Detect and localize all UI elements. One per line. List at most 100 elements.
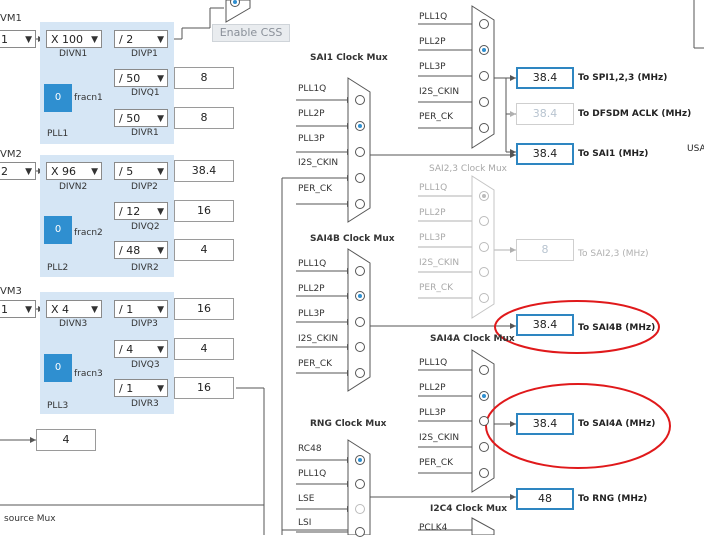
pll2-fracn-input[interactable]: 0 <box>44 216 72 244</box>
pll3-divr-label: DIVR3 <box>131 399 159 409</box>
spi-input-label: PLL3P <box>419 62 446 72</box>
pll1-fracn-input[interactable]: 0 <box>44 84 72 112</box>
sai4a-mux-title: SAI4A Clock Mux <box>430 334 515 344</box>
enable-css-button[interactable]: Enable CSS <box>212 24 290 42</box>
pll3-divq-select[interactable]: / 4 ▼ <box>114 340 168 358</box>
pll3-divr-output: 16 <box>174 377 234 399</box>
sai4b-radio-pll1q[interactable] <box>355 266 365 276</box>
sai23-radio-i2s-ckin[interactable] <box>479 267 489 277</box>
sai4b-radio-pll3p[interactable] <box>355 317 365 327</box>
sai4a-radio-pll1q[interactable] <box>479 365 489 375</box>
spi-radio-i2s-ckin[interactable] <box>479 97 489 107</box>
pll3-divn-value: X 4 <box>51 303 70 316</box>
rng-input-label: RC48 <box>298 444 322 454</box>
sai4b-radio-pll2p[interactable] <box>355 291 365 301</box>
sai4b-mux-title: SAI4B Clock Mux <box>310 234 395 244</box>
chevron-down-icon: ▼ <box>157 207 164 217</box>
pll2-divp-output: 38.4 <box>174 160 234 182</box>
pll1-divq-label: DIVQ1 <box>131 88 160 98</box>
sai23-input-label: PER_CK <box>419 283 454 293</box>
pll1-divn-select[interactable]: X 100 ▼ <box>46 30 102 48</box>
pll1-divr-output: 8 <box>174 107 234 129</box>
sai1-radio-pll2p[interactable] <box>355 121 365 131</box>
sai1-radio-per-ck[interactable] <box>355 199 365 209</box>
pll2-divr-output: 4 <box>174 239 234 261</box>
pll2-divq-label: DIVQ2 <box>131 222 160 232</box>
sai4a-output-label: To SAI4A (MHz) <box>578 419 656 429</box>
rng-input-label: LSI <box>298 518 312 528</box>
rng-output-value: 48 <box>516 488 574 510</box>
pll1-divr-label: DIVR1 <box>131 128 159 138</box>
divm2-select[interactable]: 2 ▼ <box>0 162 36 180</box>
sai23-radio-pll2p[interactable] <box>479 216 489 226</box>
sai23-radio-pll1q[interactable] <box>479 191 489 201</box>
rng-output-label: To RNG (MHz) <box>578 494 648 504</box>
pll3-divp-select[interactable]: / 1 ▼ <box>114 300 168 318</box>
pll2-name: PLL2 <box>47 263 69 273</box>
pll1-divq-select[interactable]: / 50 ▼ <box>114 69 168 87</box>
spi-output-label: To SPI1,2,3 (MHz) <box>578 73 668 83</box>
spi-radio-pll3p[interactable] <box>479 71 489 81</box>
chevron-down-icon: ▼ <box>157 114 164 124</box>
spi-radio-pll1q[interactable] <box>479 19 489 29</box>
divm3-value: 1 <box>1 303 8 316</box>
sai4b-input-label: PLL3P <box>298 309 325 319</box>
pll2-fracn-label: fracn2 <box>74 228 103 238</box>
pll2-divn-select[interactable]: X 96 ▼ <box>46 162 102 180</box>
sai4a-input-label: I2S_CKIN <box>419 433 460 443</box>
sai1-input-label: PLL3P <box>298 134 325 144</box>
sai1-output-label: To SAI1 (MHz) <box>578 149 649 159</box>
sai23-input-label: PLL1Q <box>419 183 448 193</box>
pll2-divp-value: / 5 <box>119 165 134 178</box>
chevron-down-icon: ▼ <box>157 345 164 355</box>
sai1-input-label: PLL2P <box>298 109 325 119</box>
pll3-divn-select[interactable]: X 4 ▼ <box>46 300 102 318</box>
pll2-divr-select[interactable]: / 48 ▼ <box>114 241 168 259</box>
rng-radio-lse[interactable] <box>355 504 365 514</box>
pll2-divq-select[interactable]: / 12 ▼ <box>114 202 168 220</box>
spi-radio-pll2p[interactable] <box>479 45 489 55</box>
divm1-value: 1 <box>1 33 8 46</box>
chevron-down-icon: ▼ <box>25 35 32 45</box>
sai1-input-label: PER_CK <box>298 184 333 194</box>
pll1-divr-select[interactable]: / 50 ▼ <box>114 109 168 127</box>
sai23-radio-per-ck[interactable] <box>479 293 489 303</box>
usa-label: USA <box>687 144 704 154</box>
spi-radio-per-ck[interactable] <box>479 123 489 133</box>
divm3-select[interactable]: 1 ▼ <box>0 300 36 318</box>
i2c4-mux-shape <box>471 517 495 535</box>
pll2-divp-select[interactable]: / 5 ▼ <box>114 162 168 180</box>
sai4a-radio-pll2p[interactable] <box>479 391 489 401</box>
pll3-fracn-input[interactable]: 0 <box>44 354 72 382</box>
sai4a-radio-i2s-ckin[interactable] <box>479 442 489 452</box>
chevron-down-icon: ▼ <box>25 167 32 177</box>
chevron-down-icon: ▼ <box>157 246 164 256</box>
sai1-radio-i2s-ckin[interactable] <box>355 173 365 183</box>
sai4a-input-label: PLL2P <box>419 383 446 393</box>
sai1-mux-title: SAI1 Clock Mux <box>310 53 388 63</box>
sai4b-input-label: PER_CK <box>298 359 333 369</box>
rng-radio-lsi[interactable] <box>355 527 365 537</box>
divm1-select[interactable]: 1 ▼ <box>0 30 36 48</box>
pll2-divn-label: DIVN2 <box>59 182 88 192</box>
sai1-radio-pll1q[interactable] <box>355 95 365 105</box>
pll1-divp-select[interactable]: / 2 ▼ <box>114 30 168 48</box>
pll3-divr-select[interactable]: / 1 ▼ <box>114 379 168 397</box>
sai4b-radio-i2s-ckin[interactable] <box>355 342 365 352</box>
i2c4-mux-title: I2C4 Clock Mux <box>430 504 508 514</box>
bottom-left-value: 4 <box>36 429 96 451</box>
sai4a-radio-per-ck[interactable] <box>479 468 489 478</box>
chevron-down-icon: ▼ <box>91 167 98 177</box>
rng-radio-pll1q[interactable] <box>355 479 365 489</box>
sai4a-input-label: PLL1Q <box>419 358 448 368</box>
pll2-divp-label: DIVP2 <box>131 182 158 192</box>
sai4a-radio-pll3p[interactable] <box>479 416 489 426</box>
pll3-divn-label: DIVN3 <box>59 319 88 329</box>
sai23-output-label: To SAI2,3 (MHz) <box>578 249 649 259</box>
sai23-radio-pll3p[interactable] <box>479 242 489 252</box>
sai1-radio-pll3p[interactable] <box>355 147 365 157</box>
rng-input-label: LSE <box>298 494 315 504</box>
chevron-down-icon: ▼ <box>25 305 32 315</box>
rng-radio-rc48[interactable] <box>355 455 365 465</box>
sai4b-radio-per-ck[interactable] <box>355 368 365 378</box>
